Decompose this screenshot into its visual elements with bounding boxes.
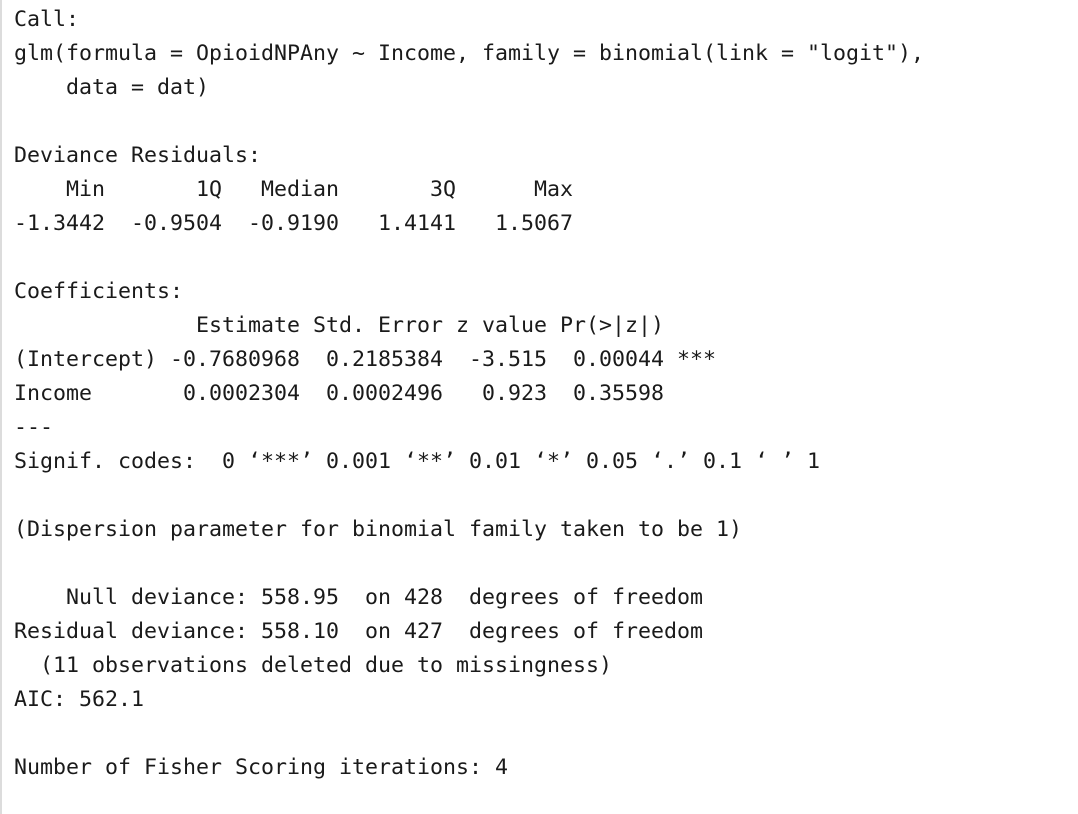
- r-console-output: Call: glm(formula = OpioidNPAny ~ Income…: [0, 0, 1076, 814]
- deviance-residuals-values: -1.3442 -0.9504 -0.9190 1.4141 1.5067: [14, 211, 574, 236]
- fisher-iterations-line: Number of Fisher Scoring iterations: 4: [14, 755, 509, 780]
- missingness-note-line: (11 observations deleted due to missingn…: [14, 653, 613, 678]
- deviance-residuals-header: Deviance Residuals:: [14, 143, 262, 168]
- glm-summary-text: Call: glm(formula = OpioidNPAny ~ Income…: [14, 3, 924, 785]
- coefficients-column-headers: Estimate Std. Error z value Pr(>|z|): [14, 313, 665, 338]
- coefficients-row-income: Income 0.0002304 0.0002496 0.923 0.35598: [14, 381, 665, 406]
- aic-line: AIC: 562.1: [14, 687, 145, 712]
- deviance-residuals-labels: Min 1Q Median 3Q Max: [14, 177, 574, 202]
- signif-codes-line: Signif. codes: 0 ‘***’ 0.001 ‘**’ 0.01 ‘…: [14, 449, 821, 474]
- call-header: Call:: [14, 7, 80, 32]
- residual-deviance-line: Residual deviance: 558.10 on 427 degrees…: [14, 619, 704, 644]
- coefficients-row-intercept: (Intercept) -0.7680968 0.2185384 -3.515 …: [14, 347, 717, 372]
- call-formula-line: glm(formula = OpioidNPAny ~ Income, fami…: [14, 41, 925, 66]
- dispersion-line: (Dispersion parameter for binomial famil…: [14, 517, 743, 542]
- call-data-line: data = dat): [14, 75, 210, 100]
- coefficients-header: Coefficients:: [14, 279, 184, 304]
- null-deviance-line: Null deviance: 558.95 on 428 degrees of …: [14, 585, 704, 610]
- separator-line: ---: [14, 415, 54, 440]
